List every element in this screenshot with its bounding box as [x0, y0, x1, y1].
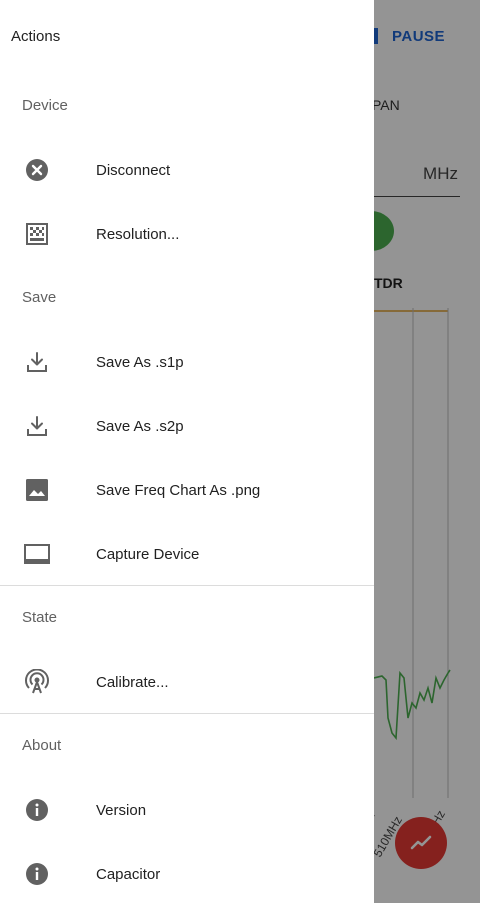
download-icon: [24, 413, 50, 439]
section-save: Save: [22, 289, 57, 306]
section-state: State: [22, 609, 58, 626]
antenna-icon: [24, 669, 50, 695]
save-s1p-item[interactable]: Save As .s1p: [0, 336, 374, 388]
capture-device-label: Capture Device: [96, 545, 200, 563]
disconnect-item[interactable]: Disconnect: [0, 144, 374, 196]
info-icon: [24, 861, 50, 887]
calibrate-label: Calibrate...: [96, 673, 169, 691]
divider: [0, 585, 374, 586]
save-png-label: Save Freq Chart As .png: [96, 481, 261, 499]
navigation-drawer: Actions Device Disconnect Resolution... …: [0, 0, 374, 903]
divider: [0, 713, 374, 714]
capacitor-label: Capacitor: [96, 865, 161, 883]
save-s2p-item[interactable]: Save As .s2p: [0, 400, 374, 452]
section-about: About: [22, 737, 62, 754]
capacitor-item[interactable]: Capacitor: [0, 848, 374, 900]
grid-icon: [24, 221, 50, 247]
download-icon: [24, 349, 50, 375]
resolution-item[interactable]: Resolution...: [0, 208, 374, 260]
info-icon: [24, 797, 50, 823]
disconnect-label: Disconnect: [96, 161, 171, 179]
version-label: Version: [96, 801, 147, 819]
section-device: Device: [22, 97, 68, 114]
calibrate-item[interactable]: Calibrate...: [0, 656, 374, 708]
laptop-icon: [24, 541, 50, 567]
image-icon: [24, 477, 50, 503]
resolution-label: Resolution...: [96, 225, 180, 243]
drawer-title: Actions: [11, 28, 61, 45]
version-item[interactable]: Version: [0, 784, 374, 836]
capture-device-item[interactable]: Capture Device: [0, 528, 374, 580]
save-s2p-label: Save As .s2p: [96, 417, 184, 435]
save-png-item[interactable]: Save Freq Chart As .png: [0, 464, 374, 516]
save-s1p-label: Save As .s1p: [96, 353, 184, 371]
cancel-icon: [24, 157, 50, 183]
